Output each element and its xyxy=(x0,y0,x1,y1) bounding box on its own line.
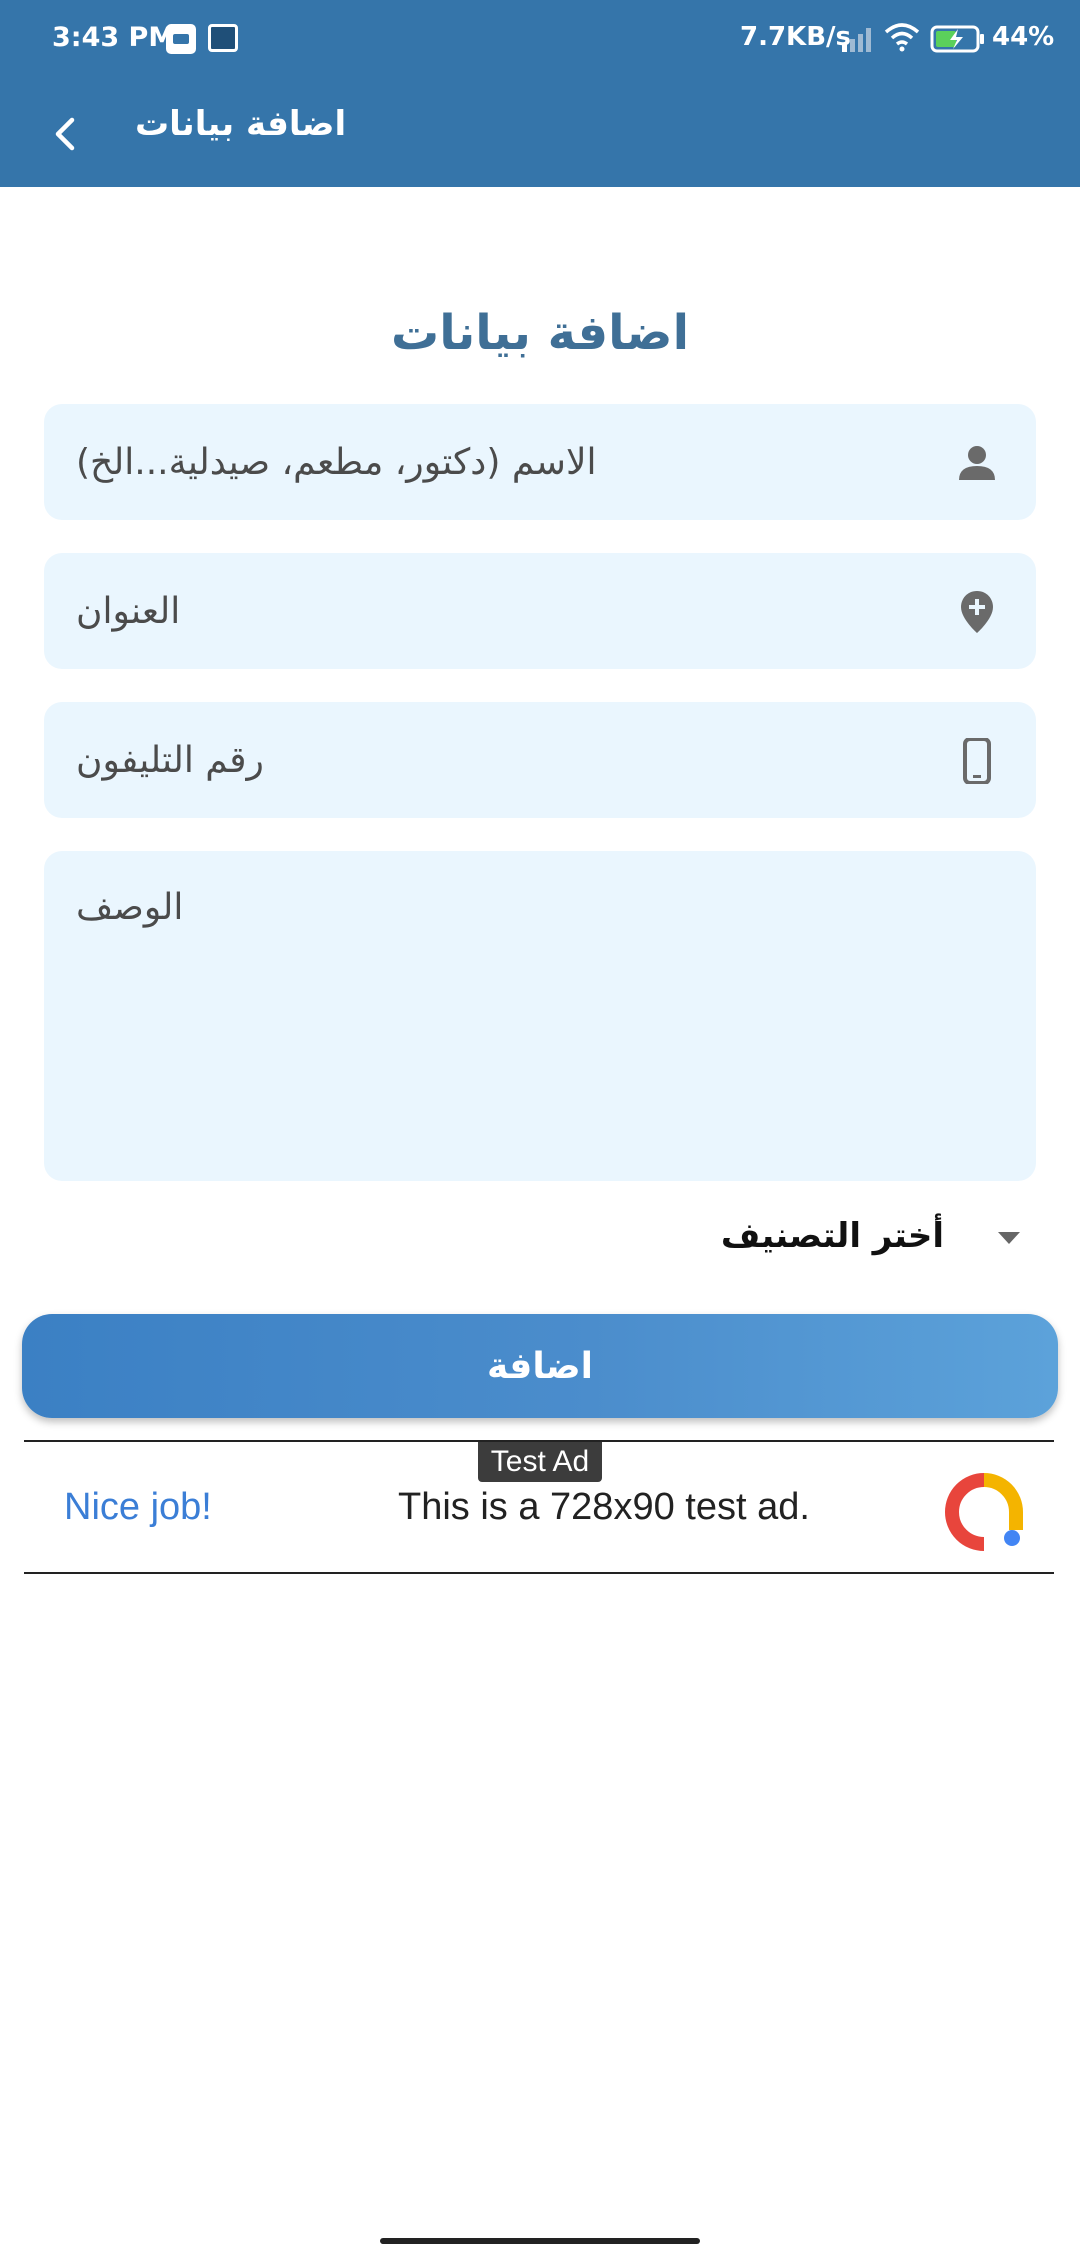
person-icon xyxy=(959,446,995,480)
add-button[interactable]: اضافة xyxy=(22,1314,1058,1418)
app-bar: اضافة بيانات xyxy=(0,80,1080,187)
ad-headline: Nice job! xyxy=(64,1486,212,1528)
category-label: أختر التصنيف xyxy=(720,1216,944,1256)
ad-tag: Test Ad xyxy=(478,1442,602,1482)
ad-logo-icon xyxy=(945,1473,1023,1551)
ad-banner[interactable]: Test Ad Nice job! This is a 728x90 test … xyxy=(24,1440,1054,1574)
ad-text: This is a 728x90 test ad. xyxy=(398,1486,810,1528)
smartphone-icon xyxy=(963,738,991,784)
description-placeholder: الوصف xyxy=(76,887,184,928)
address-field[interactable]: العنوان xyxy=(44,553,1036,669)
dropdown-arrow-icon xyxy=(998,1232,1020,1244)
phone-field[interactable]: رقم التليفون xyxy=(44,702,1036,818)
wifi-icon xyxy=(884,23,920,52)
description-field[interactable]: الوصف xyxy=(44,851,1036,1181)
app-bar-title: اضافة بيانات xyxy=(135,104,347,144)
status-bar: 3:43 PM 7.7KB/s 44% xyxy=(0,0,1080,80)
phone-placeholder: رقم التليفون xyxy=(76,739,264,781)
name-field[interactable]: الاسم (دكتور، مطعم، صيدلية...الخ) xyxy=(44,404,1036,520)
status-time: 3:43 PM xyxy=(52,22,176,53)
form-title: اضافة بيانات xyxy=(390,305,690,361)
notification-tv-icon xyxy=(208,24,238,52)
back-button[interactable] xyxy=(28,96,104,172)
notification-app-icon xyxy=(166,24,196,54)
home-indicator[interactable] xyxy=(380,2238,700,2244)
name-placeholder: الاسم (دكتور، مطعم، صيدلية...الخ) xyxy=(76,441,597,483)
address-placeholder: العنوان xyxy=(76,590,181,632)
network-speed: 7.7KB/s xyxy=(740,22,851,52)
add-location-icon xyxy=(961,591,993,633)
battery-icon xyxy=(930,25,984,53)
battery-percentage: 44% xyxy=(992,22,1055,52)
signal-icon xyxy=(842,28,871,52)
chevron-left-icon xyxy=(55,117,75,151)
category-dropdown[interactable]: أختر التصنيف xyxy=(721,1210,1040,1280)
